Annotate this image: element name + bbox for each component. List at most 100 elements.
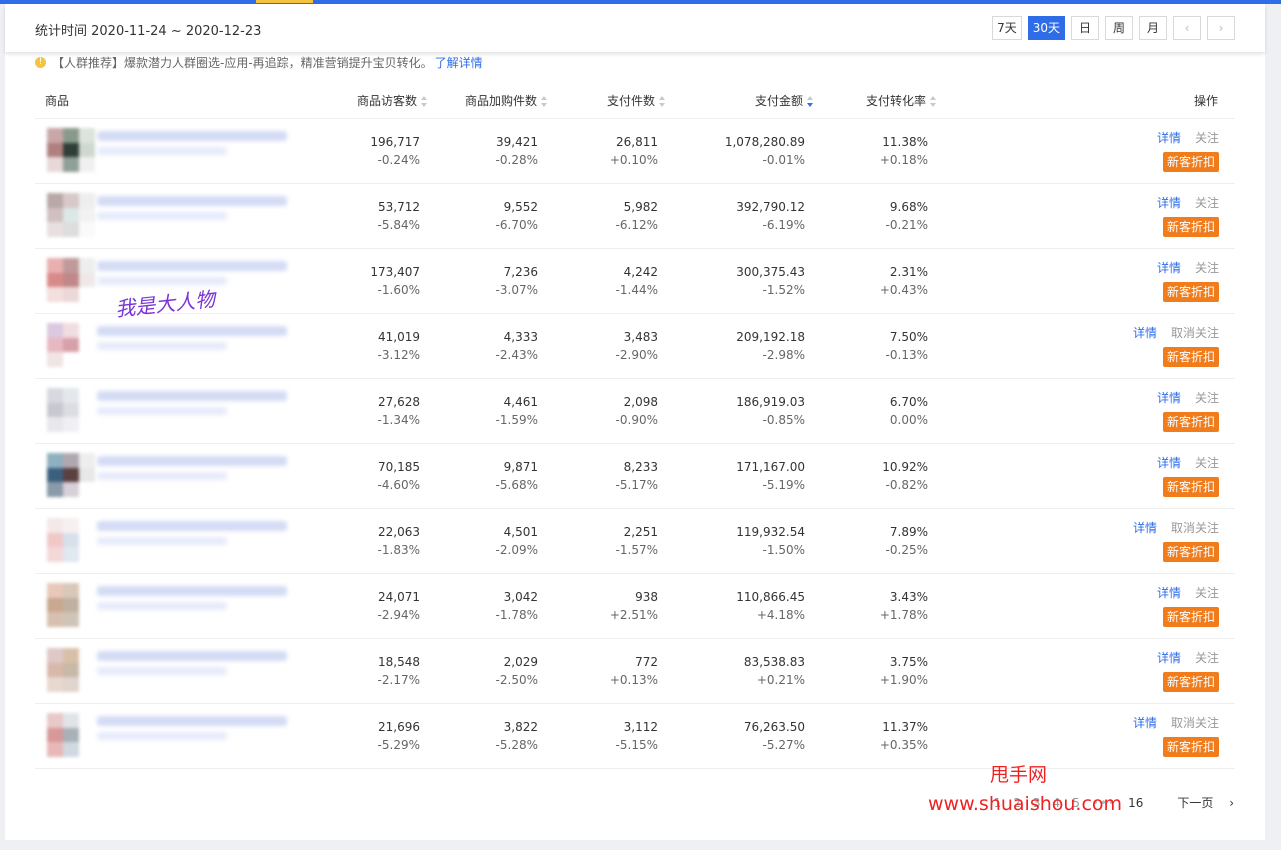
chevron-right-icon[interactable]: ›	[1207, 16, 1235, 40]
col-visitors[interactable]: 商品访客数	[357, 92, 428, 109]
cart-value: 9,552	[503, 200, 538, 214]
follow-link[interactable]: 关注	[1195, 131, 1219, 145]
product-subtitle-blurred	[97, 147, 227, 155]
row-actions: 详情 关注 新客折扣	[1109, 454, 1219, 497]
new-customer-discount-button[interactable]: 新客折扣	[1162, 347, 1219, 367]
visitors-value: 173,407	[370, 265, 420, 279]
new-customer-discount-button[interactable]: 新客折扣	[1162, 477, 1219, 497]
new-customer-discount-button[interactable]: 新客折扣	[1162, 542, 1219, 562]
conversion-change: +1.90%	[879, 673, 928, 687]
sort-desc-icon[interactable]	[807, 95, 814, 108]
product-thumbnail[interactable]	[47, 583, 95, 627]
follow-link[interactable]: 关注	[1195, 456, 1219, 470]
next-page-button[interactable]: 下一页 ›	[1165, 794, 1234, 811]
product-title-blurred[interactable]	[97, 716, 287, 726]
period-7d-button[interactable]: 7天	[992, 16, 1022, 40]
follow-link[interactable]: 取消关注	[1171, 716, 1219, 730]
sort-icon[interactable]	[930, 95, 937, 108]
product-title-blurred[interactable]	[97, 521, 287, 531]
sort-icon[interactable]	[421, 95, 428, 108]
items-value: 2,098	[623, 395, 658, 409]
col-cart[interactable]: 商品加购件数	[465, 92, 548, 109]
col-ops: 操作	[1194, 94, 1219, 108]
follow-link[interactable]: 关注	[1195, 261, 1219, 275]
follow-link[interactable]: 关注	[1195, 651, 1219, 665]
detail-link[interactable]: 详情	[1157, 131, 1181, 145]
period-day-button[interactable]: 日	[1071, 16, 1099, 40]
new-customer-discount-button[interactable]: 新客折扣	[1162, 412, 1219, 432]
detail-link[interactable]: 详情	[1157, 391, 1181, 405]
amount-value: 186,919.03	[736, 395, 805, 409]
product-title-blurred[interactable]	[97, 586, 287, 596]
cart-change: -6.70%	[495, 218, 538, 232]
product-title-blurred[interactable]	[97, 326, 287, 336]
cart-change: -2.50%	[495, 673, 538, 687]
amount-change: -0.85%	[762, 413, 805, 427]
amount-cell: 171,167.00 -5.19%	[736, 458, 805, 494]
follow-link[interactable]: 关注	[1195, 196, 1219, 210]
product-title-blurred[interactable]	[97, 391, 287, 401]
product-thumbnail[interactable]	[47, 388, 95, 432]
conversion-change: +0.35%	[879, 738, 928, 752]
product-thumbnail[interactable]	[47, 193, 95, 237]
product-subtitle-blurred	[97, 472, 227, 480]
product-title-blurred[interactable]	[97, 651, 287, 661]
period-month-button[interactable]: 月	[1139, 16, 1167, 40]
chevron-left-icon[interactable]: ‹	[1173, 16, 1201, 40]
notice-link[interactable]: 了解详情	[435, 54, 483, 71]
product-title-blurred[interactable]	[97, 196, 287, 206]
items-cell: 26,811 +0.10%	[610, 133, 658, 169]
visitors-value: 41,019	[378, 330, 420, 344]
product-thumbnail[interactable]	[47, 323, 95, 367]
col-paid-items[interactable]: 支付件数	[607, 92, 666, 109]
amount-cell: 300,375.43 -1.52%	[736, 263, 805, 299]
period-30d-button[interactable]: 30天	[1027, 16, 1065, 40]
new-customer-discount-button[interactable]: 新客折扣	[1162, 152, 1219, 172]
conversion-cell: 3.43% +1.78%	[880, 588, 928, 624]
new-customer-discount-button[interactable]: 新客折扣	[1162, 217, 1219, 237]
sort-icon[interactable]	[541, 95, 548, 108]
follow-link[interactable]: 关注	[1195, 586, 1219, 600]
product-thumbnail[interactable]	[47, 713, 95, 757]
conversion-value: 11.37%	[882, 720, 928, 734]
conversion-change: 0.00%	[889, 413, 928, 427]
product-thumbnail[interactable]	[47, 258, 95, 302]
visitors-cell: 21,696 -5.29%	[378, 718, 420, 754]
product-thumbnail[interactable]	[47, 518, 95, 562]
table-row: 41,019 -3.12% 4,333 -2.43% 3,483 -2.90% …	[35, 314, 1235, 379]
follow-link[interactable]: 取消关注	[1171, 326, 1219, 340]
follow-link[interactable]: 取消关注	[1171, 521, 1219, 535]
detail-link[interactable]: 详情	[1133, 326, 1157, 340]
product-title-blurred[interactable]	[97, 131, 287, 141]
product-thumbnail[interactable]	[47, 128, 95, 172]
detail-link[interactable]: 详情	[1157, 196, 1181, 210]
product-thumbnail[interactable]	[47, 648, 95, 692]
detail-link[interactable]: 详情	[1157, 586, 1181, 600]
new-customer-discount-button[interactable]: 新客折扣	[1162, 282, 1219, 302]
items-cell: 5,982 -6.12%	[616, 198, 658, 234]
detail-link[interactable]: 详情	[1157, 261, 1181, 275]
filter-header: 统计时间 2020-11-24 ~ 2020-12-23 7天 30天 日 周 …	[5, 4, 1265, 52]
follow-link[interactable]: 关注	[1195, 391, 1219, 405]
items-value: 772	[635, 655, 658, 669]
new-customer-discount-button[interactable]: 新客折扣	[1162, 607, 1219, 627]
cart-value: 3,822	[503, 720, 538, 734]
col-conversion[interactable]: 支付转化率	[866, 92, 937, 109]
detail-link[interactable]: 详情	[1133, 716, 1157, 730]
new-customer-discount-button[interactable]: 新客折扣	[1162, 737, 1219, 757]
detail-link[interactable]: 详情	[1157, 456, 1181, 470]
new-customer-discount-button[interactable]: 新客折扣	[1162, 672, 1219, 692]
active-tab-marker	[256, 0, 313, 3]
product-title-blurred[interactable]	[97, 261, 287, 271]
watermark-name: 甩手网	[990, 764, 1048, 786]
col-paid-amount[interactable]: 支付金额	[755, 92, 814, 109]
detail-link[interactable]: 详情	[1157, 651, 1181, 665]
amount-value: 1,078,280.89	[724, 135, 805, 149]
sort-icon[interactable]	[659, 95, 666, 108]
product-title-blurred[interactable]	[97, 456, 287, 466]
period-week-button[interactable]: 周	[1105, 16, 1133, 40]
product-thumbnail[interactable]	[47, 453, 95, 497]
detail-link[interactable]: 详情	[1133, 521, 1157, 535]
row-actions: 详情 关注 新客折扣	[1109, 259, 1219, 302]
page-last[interactable]: 16	[1128, 796, 1143, 810]
